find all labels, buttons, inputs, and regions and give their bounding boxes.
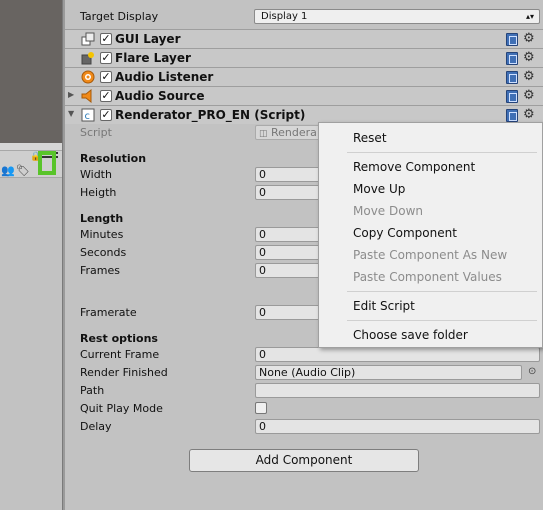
frames-label: Frames <box>80 264 121 277</box>
target-display-dropdown[interactable]: Display 1 ▴▾ <box>254 9 540 24</box>
gui-layer-icon <box>81 32 95 46</box>
path-field[interactable] <box>255 383 540 398</box>
dropdown-arrow-icon: ▴▾ <box>525 12 534 21</box>
speaker-icon <box>81 88 95 104</box>
gear-icon[interactable]: ⚙ <box>523 69 535 84</box>
enabled-checkbox[interactable]: ✓ <box>100 71 112 83</box>
component-title: Audio Source <box>115 89 205 103</box>
component-title: GUI Layer <box>115 32 181 46</box>
delay-field[interactable]: 0 <box>255 419 540 434</box>
help-book-icon[interactable] <box>506 33 518 46</box>
menu-item-paste-values: Paste Component Values <box>353 270 502 284</box>
gear-icon[interactable]: ⚙ <box>523 107 535 122</box>
object-picker-icon[interactable]: ⊙ <box>528 366 536 377</box>
component-header-flare-layer[interactable]: ✓ Flare Layer ⚙ <box>65 48 543 67</box>
minutes-label: Minutes <box>80 228 124 241</box>
current-frame-label: Current Frame <box>80 348 160 361</box>
script-value: Rendera <box>271 126 317 139</box>
enabled-checkbox[interactable]: ✓ <box>100 52 112 64</box>
resolution-header: Resolution <box>80 152 147 165</box>
component-title: Audio Listener <box>115 70 214 84</box>
audio-listener-icon <box>81 70 95 84</box>
path-label: Path <box>80 384 105 397</box>
menu-separator <box>347 291 537 292</box>
gear-icon[interactable]: ⚙ <box>523 50 535 65</box>
script-icon: c <box>81 108 95 122</box>
quit-play-mode-label: Quit Play Mode <box>80 402 163 415</box>
menu-item-move-up[interactable]: Move Up <box>353 182 405 196</box>
menu-item-move-down: Move Down <box>353 204 423 218</box>
gear-icon[interactable]: ⚙ <box>523 31 535 46</box>
component-header-audio-listener[interactable]: ✓ Audio Listener ⚙ <box>65 67 543 86</box>
pane-divider <box>0 143 63 150</box>
enabled-checkbox[interactable]: ✓ <box>100 109 112 121</box>
enabled-checkbox[interactable]: ✓ <box>100 33 112 45</box>
component-title: Renderator_PRO_EN (Script) <box>115 108 306 122</box>
menu-item-edit-script[interactable]: Edit Script <box>353 299 415 313</box>
length-header: Length <box>80 212 124 225</box>
expand-arrow-icon[interactable]: ▶ <box>68 90 74 99</box>
hierarchy-pane: 🔒 👥 🏷 <box>0 0 63 510</box>
help-book-icon[interactable] <box>506 71 518 84</box>
gear-icon[interactable]: ⚙ <box>523 88 535 103</box>
help-book-icon[interactable] <box>506 90 518 103</box>
seconds-label: Seconds <box>80 246 127 259</box>
component-header-audio-source[interactable]: ▶ ✓ Audio Source ⚙ <box>65 86 543 105</box>
menu-item-copy-component[interactable]: Copy Component <box>353 226 457 240</box>
flare-layer-icon <box>81 51 95 65</box>
target-display-value: Display 1 <box>261 11 308 22</box>
delay-label: Delay <box>80 420 112 433</box>
script-file-icon: ◫ <box>259 129 268 139</box>
render-finished-label: Render Finished <box>80 366 168 379</box>
menu-item-paste-as-new: Paste Component As New <box>353 248 508 262</box>
script-label: Script <box>80 126 112 139</box>
menu-separator <box>347 152 537 153</box>
height-label: Heigth <box>80 186 117 199</box>
rest-options-header: Rest options <box>80 332 158 345</box>
quit-play-mode-checkbox[interactable] <box>255 402 267 414</box>
enabled-checkbox[interactable]: ✓ <box>100 90 112 102</box>
menu-item-reset[interactable]: Reset <box>353 131 387 145</box>
menu-separator <box>347 320 537 321</box>
menu-item-choose-save-folder[interactable]: Choose save folder <box>353 328 468 342</box>
width-label: Width <box>80 168 112 181</box>
render-finished-field[interactable]: None (Audio Clip) <box>255 365 522 380</box>
menu-item-remove-component[interactable]: Remove Component <box>353 160 475 174</box>
add-component-button[interactable]: Add Component <box>189 449 419 472</box>
current-frame-field[interactable]: 0 <box>255 347 540 362</box>
target-display-label: Target Display <box>80 10 159 23</box>
tag-icon[interactable]: 🏷 <box>16 164 30 177</box>
component-title: Flare Layer <box>115 51 191 65</box>
svg-text:c: c <box>85 111 91 122</box>
framerate-label: Framerate <box>80 306 137 319</box>
component-header-gui-layer[interactable]: ✓ GUI Layer ⚙ <box>65 29 543 48</box>
users-icon[interactable]: 👥 <box>1 164 15 177</box>
collapse-arrow-icon[interactable]: ▼ <box>68 109 74 118</box>
highlight-annotation <box>38 151 56 175</box>
component-context-menu: Reset Remove Component Move Up Move Down… <box>318 122 543 348</box>
scene-view[interactable] <box>0 0 63 143</box>
help-book-icon[interactable] <box>506 109 518 122</box>
help-book-icon[interactable] <box>506 52 518 65</box>
